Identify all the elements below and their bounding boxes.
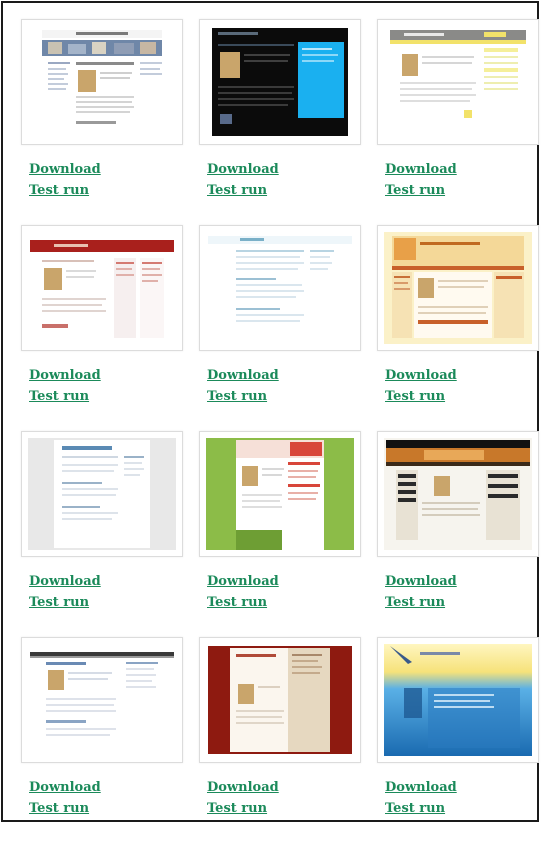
theme-card-9: Download Test run [377,431,541,637]
download-link-1[interactable]: Download [29,159,185,180]
theme-thumbnail-2[interactable] [199,19,361,145]
theme-thumbnail-10[interactable] [21,637,183,763]
theme-preview-4 [28,232,176,344]
test-run-link-10[interactable]: Test run [29,798,185,819]
test-run-link-9[interactable]: Test run [385,592,541,613]
download-link-4[interactable]: Download [29,365,185,386]
theme-card-5: Download Test run [199,225,363,431]
theme-card-6: Download Test run [377,225,541,431]
theme-card-12: Download Test run [377,637,541,843]
test-run-link-6[interactable]: Test run [385,386,541,407]
theme-preview-8 [206,438,354,550]
test-run-link-12[interactable]: Test run [385,798,541,819]
theme-preview-7 [28,438,176,550]
download-link-7[interactable]: Download [29,571,185,592]
theme-card-8: Download Test run [199,431,363,637]
theme-card-10: Download Test run [21,637,185,843]
theme-preview-10 [28,644,176,756]
test-run-link-11[interactable]: Test run [207,798,363,819]
download-link-11[interactable]: Download [207,777,363,798]
theme-card-1: Download Test run [21,19,185,225]
theme-card-7: Download Test run [21,431,185,637]
test-run-link-3[interactable]: Test run [385,180,541,201]
test-run-link-7[interactable]: Test run [29,592,185,613]
theme-thumbnail-12[interactable] [377,637,539,763]
theme-thumbnail-11[interactable] [199,637,361,763]
theme-grid: Download Test run Download Test run Down… [21,19,541,843]
test-run-link-8[interactable]: Test run [207,592,363,613]
test-run-link-1[interactable]: Test run [29,180,185,201]
theme-preview-2 [206,26,354,138]
download-link-5[interactable]: Download [207,365,363,386]
theme-preview-3 [384,26,532,138]
theme-thumbnail-9[interactable] [377,431,539,557]
download-link-2[interactable]: Download [207,159,363,180]
theme-card-2: Download Test run [199,19,363,225]
download-link-8[interactable]: Download [207,571,363,592]
theme-preview-9 [384,438,532,550]
download-link-6[interactable]: Download [385,365,541,386]
theme-preview-5 [206,232,354,344]
theme-card-11: Download Test run [199,637,363,843]
theme-preview-6 [384,232,532,344]
test-run-link-4[interactable]: Test run [29,386,185,407]
theme-thumbnail-6[interactable] [377,225,539,351]
download-link-12[interactable]: Download [385,777,541,798]
theme-gallery-frame: Download Test run Download Test run Down… [1,1,539,822]
theme-card-3: Download Test run [377,19,541,225]
theme-thumbnail-8[interactable] [199,431,361,557]
theme-preview-1 [28,26,176,138]
theme-thumbnail-7[interactable] [21,431,183,557]
theme-card-4: Download Test run [21,225,185,431]
download-link-9[interactable]: Download [385,571,541,592]
theme-preview-12 [384,644,532,756]
theme-thumbnail-5[interactable] [199,225,361,351]
theme-thumbnail-3[interactable] [377,19,539,145]
theme-thumbnail-4[interactable] [21,225,183,351]
download-link-3[interactable]: Download [385,159,541,180]
theme-thumbnail-1[interactable] [21,19,183,145]
download-link-10[interactable]: Download [29,777,185,798]
test-run-link-5[interactable]: Test run [207,386,363,407]
test-run-link-2[interactable]: Test run [207,180,363,201]
theme-preview-11 [206,644,354,756]
